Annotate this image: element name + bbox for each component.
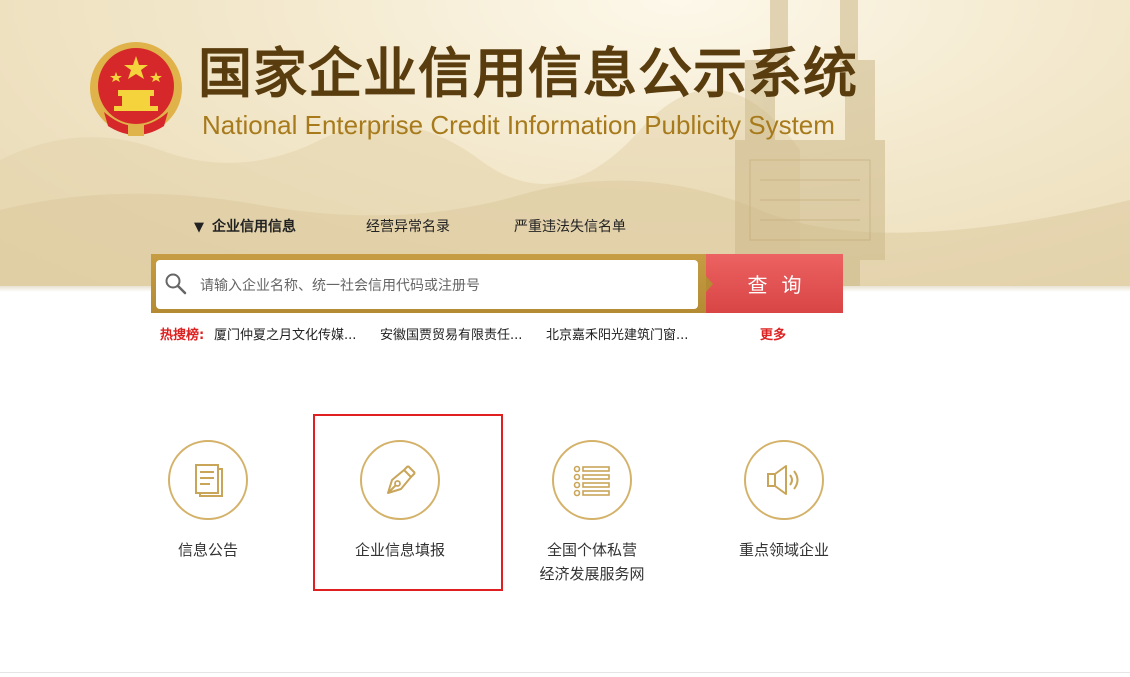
tab-label: 严重违法失信名单 — [514, 219, 626, 235]
national-emblem-logo — [90, 42, 182, 136]
tab-enterprise-credit-info[interactable]: ▼ 企业信用信息 — [194, 216, 296, 236]
feature-label: 重点领域企业 — [738, 541, 829, 559]
feature-icon-circle — [744, 440, 824, 520]
tab-label: 经营异常名录 — [366, 219, 450, 235]
feature-icon-circle — [360, 440, 440, 520]
page-bottom-divider — [0, 672, 1130, 673]
feature-icon-circle — [552, 440, 632, 520]
hot-search-item[interactable]: 厦门仲夏之月文化传媒... — [214, 324, 356, 343]
hot-search-more-link[interactable]: 更多 — [760, 324, 786, 343]
tab-label: 企业信用信息 — [212, 219, 296, 235]
search-category-tabs: ▼ 企业信用信息 经营异常名录 严重违法失信名单 — [0, 216, 1130, 240]
site-title-en: National Enterprise Credit Information P… — [202, 110, 835, 140]
feature-label: 信息公告 — [177, 541, 238, 559]
hot-search-item[interactable]: 安徽国贾贸易有限责任... — [380, 324, 522, 343]
speaker-icon — [767, 465, 799, 495]
tab-serious-violation-list[interactable]: 严重违法失信名单 — [514, 216, 626, 236]
feature-icon-circle — [168, 440, 248, 520]
hot-search-label: 热搜榜: — [160, 328, 205, 343]
feature-label: 企业信息填报 — [354, 541, 445, 559]
document-icon — [195, 464, 223, 497]
feature-key-sector-enterprises[interactable]: 重点领域企业 — [688, 440, 880, 562]
feature-private-economy-service[interactable]: 全国个体私营 经济发展服务网 — [496, 440, 688, 586]
pen-nib-icon — [387, 465, 416, 494]
triangle-down-icon: ▼ — [194, 220, 204, 235]
hot-search-item[interactable]: 北京嘉禾阳光建筑门窗... — [546, 324, 688, 343]
search-input[interactable] — [198, 271, 692, 301]
feature-label-line: 全国个体私营 — [546, 541, 637, 559]
feature-label: 全国个体私营 经济发展服务网 — [496, 538, 688, 586]
header-banner: 国家企业信用信息公示系统 National Enterprise Credit … — [0, 0, 1130, 288]
search-icon — [165, 273, 187, 295]
feature-info-announcement[interactable]: 信息公告 — [112, 440, 304, 562]
search-button[interactable]: 查询 — [706, 254, 843, 313]
site-title-cn: 国家企业信用信息公示系统 — [198, 42, 858, 105]
tab-abnormal-operation-list[interactable]: 经营异常名录 — [366, 216, 450, 236]
list-icon — [573, 465, 610, 497]
feature-label-line: 经济发展服务网 — [539, 565, 645, 583]
feature-enterprise-info-filing[interactable]: 企业信息填报 — [304, 440, 496, 562]
search-button-notch — [706, 276, 713, 292]
